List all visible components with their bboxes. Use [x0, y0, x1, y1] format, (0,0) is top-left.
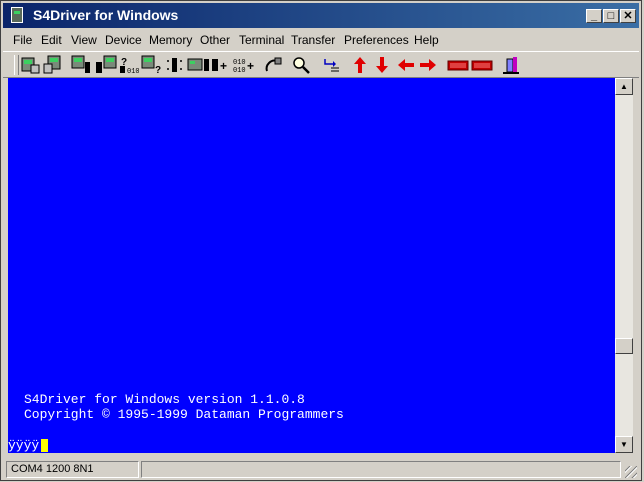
main-window: S4Driver for Windows _ □ ✕ File Edit Vie… — [0, 0, 642, 481]
toolbar-grip[interactable] — [14, 55, 19, 75]
menu-bar: File Edit View Device Memory Other Termi… — [3, 30, 639, 50]
vertical-scrollbar[interactable]: ▲ ▼ — [615, 78, 633, 453]
menu-transfer[interactable]: Transfer — [291, 33, 335, 47]
title-bar[interactable]: S4Driver for Windows _ □ ✕ — [3, 3, 639, 28]
svg-text:+: + — [220, 59, 227, 73]
esc-key-icon[interactable] — [447, 55, 469, 75]
scroll-down-button[interactable]: ▼ — [615, 436, 633, 453]
maximize-button[interactable]: □ — [603, 9, 619, 23]
memory-pattern-icon[interactable]: 010010 + — [233, 55, 257, 75]
chip-erase-icon[interactable] — [165, 55, 185, 75]
menu-other[interactable]: Other — [200, 33, 230, 47]
svg-text:010: 010 — [233, 67, 246, 75]
status-port: COM4 1200 8N1 — [6, 461, 139, 478]
menu-terminal[interactable]: Terminal — [239, 33, 284, 47]
menu-edit[interactable]: Edit — [41, 33, 62, 47]
terminal-cursor — [41, 439, 48, 452]
toolbar: ? 010 ? + 010 010 + — [3, 51, 639, 78]
arrow-down-icon[interactable] — [373, 55, 391, 75]
terminal-screen[interactable]: S4Driver for Windows version 1.1.0.8 Cop… — [8, 78, 615, 453]
minimize-button[interactable]: _ — [586, 9, 602, 23]
chip-write-icon[interactable] — [95, 55, 117, 75]
arrow-up-icon[interactable] — [351, 55, 369, 75]
svg-text:+: + — [247, 59, 254, 73]
window-title: S4Driver for Windows — [33, 7, 179, 23]
close-button[interactable]: ✕ — [620, 9, 636, 23]
memory-add-icon[interactable] — [187, 55, 211, 75]
status-message — [141, 461, 621, 478]
chip-read-icon[interactable] — [71, 55, 91, 75]
menu-help[interactable]: Help — [414, 33, 439, 47]
menu-memory[interactable]: Memory — [149, 33, 192, 47]
chip-verify-icon[interactable]: ?010 — [119, 55, 139, 75]
arrow-right-icon[interactable] — [419, 55, 437, 75]
device-connect-icon[interactable] — [21, 55, 41, 75]
resize-grip[interactable] — [625, 466, 637, 478]
terminal-copyright-line: Copyright © 1995-1999 Dataman Programmer… — [24, 407, 344, 422]
enter-icon[interactable] — [321, 55, 341, 75]
status-bar: COM4 1200 8N1 — [3, 460, 639, 480]
ent-key-icon[interactable] — [471, 55, 493, 75]
arrow-left-icon[interactable] — [397, 55, 415, 75]
svg-text:010: 010 — [127, 68, 139, 75]
scroll-up-button[interactable]: ▲ — [615, 78, 633, 95]
scroll-thumb[interactable] — [615, 338, 633, 354]
exit-door-icon[interactable] — [501, 55, 521, 75]
device-transfer-icon[interactable] — [43, 55, 63, 75]
svg-text:?: ? — [155, 65, 161, 75]
menu-file[interactable]: File — [13, 33, 32, 47]
menu-view[interactable]: View — [71, 33, 97, 47]
app-icon[interactable] — [11, 7, 23, 23]
menu-preferences[interactable]: Preferences — [344, 33, 409, 47]
svg-text:010: 010 — [233, 59, 246, 67]
memory-fill-icon[interactable]: + — [211, 55, 231, 75]
search-icon[interactable] — [291, 55, 311, 75]
menu-device[interactable]: Device — [105, 33, 142, 47]
terminal-prompt: ÿÿÿÿ — [8, 438, 40, 453]
terminal-plug-icon[interactable] — [263, 55, 283, 75]
chip-blank-icon[interactable]: ? — [141, 55, 163, 75]
terminal-version-line: S4Driver for Windows version 1.1.0.8 — [24, 392, 305, 407]
